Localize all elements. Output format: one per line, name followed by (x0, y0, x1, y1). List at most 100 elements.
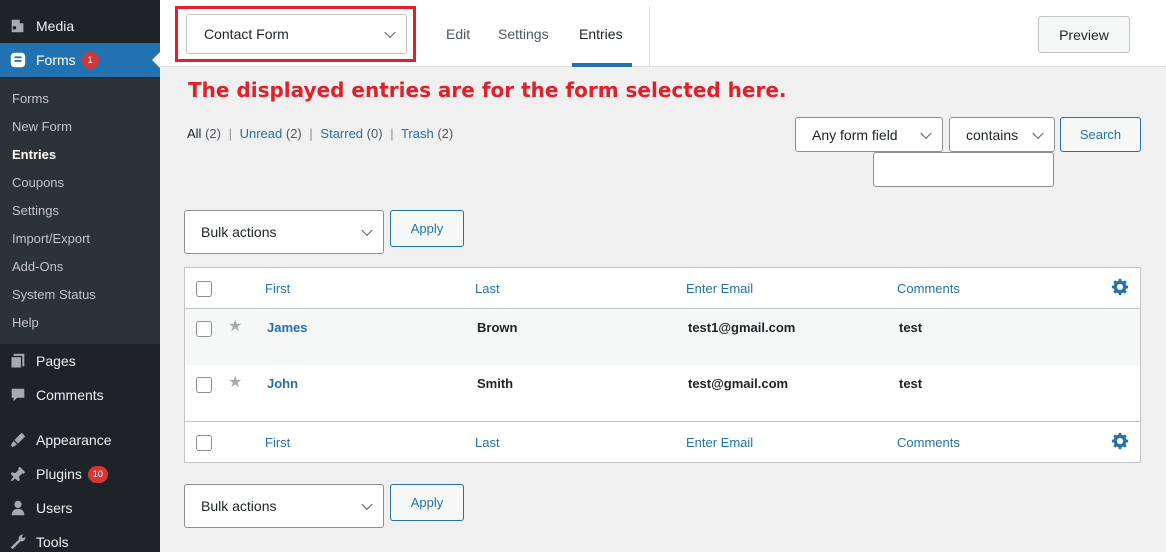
menu-label: Media (36, 18, 75, 34)
tab-settings[interactable]: Settings (498, 26, 549, 42)
annotation-highlight-box (175, 6, 416, 62)
active-tab-indicator (572, 63, 632, 67)
update-badge: 10 (87, 465, 108, 483)
users-icon (0, 499, 36, 517)
column-header-first[interactable]: First (265, 281, 290, 296)
apply-button-bottom[interactable]: Apply (390, 484, 464, 521)
filter-unread[interactable]: Unread (240, 126, 283, 141)
menu-appearance[interactable]: Appearance (0, 423, 160, 457)
bulk-actions-value: Bulk actions (201, 498, 277, 514)
table-header-row: First Last Enter Email Comments (185, 268, 1140, 309)
bulk-actions-select[interactable]: Bulk actions (184, 210, 384, 254)
bulk-actions-value: Bulk actions (201, 224, 277, 240)
entries-table: First Last Enter Email Comments ★ James … (184, 267, 1141, 463)
entry-status-filters: All (2) | Unread (2) | Starred (0) | Tra… (187, 126, 453, 141)
menu-pages[interactable]: Pages (0, 344, 160, 378)
search-field-select[interactable]: Any form field (795, 117, 943, 152)
column-footer-last[interactable]: Last (475, 435, 500, 450)
filter-all-count: (2) (205, 126, 221, 141)
menu-tools[interactable]: Tools (0, 525, 160, 552)
chevron-down-icon (361, 498, 373, 511)
tools-icon (0, 533, 36, 551)
appearance-icon (0, 431, 36, 449)
entry-comments: test (899, 376, 923, 391)
submenu-forms[interactable]: Forms (12, 91, 49, 106)
submenu-coupons[interactable]: Coupons (12, 175, 64, 190)
menu-users[interactable]: Users (0, 491, 160, 525)
select-all-checkbox[interactable] (196, 435, 212, 451)
menu-comments[interactable]: Comments (0, 378, 160, 412)
tab-entries[interactable]: Entries (579, 26, 623, 42)
bulk-actions-select-bottom[interactable]: Bulk actions (184, 484, 384, 528)
column-footer-first[interactable]: First (265, 435, 290, 450)
update-badge: 1 (81, 51, 99, 69)
table-row[interactable]: ★ James Brown test1@gmail.com test (185, 309, 1140, 365)
filter-separator: | (390, 126, 394, 141)
menu-plugins[interactable]: Plugins 10 (0, 457, 160, 491)
apply-button[interactable]: Apply (390, 210, 464, 247)
submenu-settings[interactable]: Settings (12, 203, 59, 218)
submenu-new-form[interactable]: New Form (12, 119, 72, 134)
submenu-system-status[interactable]: System Status (12, 287, 96, 302)
star-icon[interactable]: ★ (228, 316, 242, 336)
submenu-import-export[interactable]: Import/Export (12, 231, 90, 246)
annotation-text: The displayed entries are for the form s… (188, 78, 787, 102)
gear-icon[interactable] (1111, 432, 1129, 450)
select-all-checkbox[interactable] (196, 281, 212, 297)
star-icon[interactable]: ★ (228, 372, 242, 392)
table-row[interactable]: ★ John Smith test@gmail.com test (185, 365, 1140, 421)
entry-email: test@gmail.com (688, 376, 789, 391)
menu-label: Forms (36, 52, 76, 68)
entry-first-name[interactable]: John (267, 376, 298, 391)
row-checkbox[interactable] (196, 377, 212, 393)
menu-media[interactable]: Media (0, 9, 160, 43)
submenu-entries[interactable]: Entries (12, 147, 56, 162)
column-header-comments[interactable]: Comments (897, 281, 960, 296)
column-footer-email[interactable]: Enter Email (686, 435, 753, 450)
pages-icon (0, 352, 36, 370)
search-operator-value: contains (966, 126, 1019, 143)
column-header-email[interactable]: Enter Email (686, 281, 753, 296)
search-button[interactable]: Search (1060, 117, 1141, 152)
preview-button[interactable]: Preview (1038, 16, 1130, 53)
media-icon (0, 17, 36, 35)
admin-sidebar: Media Forms 1 Forms New Form Entries Cou… (0, 0, 160, 552)
filter-unread-count: (2) (285, 126, 302, 141)
entry-last-name: Brown (477, 320, 518, 335)
filter-separator: | (228, 126, 232, 141)
entry-email: test1@gmail.com (688, 320, 796, 335)
plugins-icon (0, 465, 36, 483)
column-footer-comments[interactable]: Comments (897, 435, 960, 450)
column-header-last[interactable]: Last (475, 281, 500, 296)
chevron-down-icon (920, 127, 932, 139)
entry-last-name: Smith (477, 376, 514, 391)
filter-starred-count: (0) (366, 126, 383, 141)
menu-label: Appearance (36, 432, 112, 448)
gear-icon[interactable] (1111, 278, 1129, 296)
search-field-value: Any form field (812, 126, 898, 143)
comments-icon (0, 386, 36, 404)
search-operator-select[interactable]: contains (949, 117, 1055, 152)
filter-separator: | (309, 126, 313, 141)
filter-starred[interactable]: Starred (320, 126, 363, 141)
forms-icon (0, 51, 36, 69)
menu-label: Plugins (36, 466, 82, 482)
menu-label: Comments (36, 387, 104, 403)
filter-trash[interactable]: Trash (401, 126, 434, 141)
filter-trash-count: (2) (437, 126, 454, 141)
search-input[interactable] (873, 152, 1054, 187)
submenu-help[interactable]: Help (12, 315, 39, 330)
menu-label: Tools (36, 534, 69, 550)
menu-label: Users (36, 500, 73, 516)
chevron-down-icon (361, 224, 373, 237)
submenu-add-ons[interactable]: Add-Ons (12, 259, 63, 274)
table-footer-row: First Last Enter Email Comments (185, 421, 1140, 462)
divider (649, 6, 650, 67)
menu-forms[interactable]: Forms 1 (0, 43, 160, 77)
filter-all[interactable]: All (187, 126, 201, 141)
chevron-down-icon (1032, 127, 1044, 139)
menu-label: Pages (36, 353, 76, 369)
entry-first-name[interactable]: James (267, 320, 307, 335)
row-checkbox[interactable] (196, 321, 212, 337)
tab-edit[interactable]: Edit (446, 26, 470, 42)
